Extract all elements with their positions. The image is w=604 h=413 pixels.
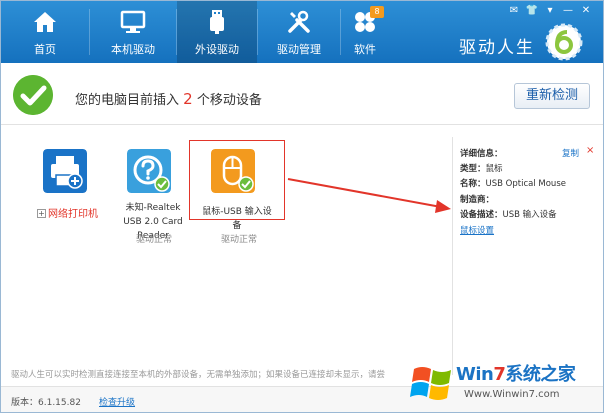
check-update-link[interactable]: 检查升级 <box>99 395 135 408</box>
hint-text: 驱动人生可以实时检测直接连接至本机的外部设备，无需单独添加；如果设备已连接却未显… <box>11 370 386 380</box>
mouse-settings-link[interactable]: 鼠标设置 <box>460 224 494 236</box>
detail-manufacturer: 制造商： <box>460 195 495 205</box>
copy-link[interactable]: 复制 <box>562 147 579 159</box>
detail-description: 设备描述：USB 输入设备 <box>460 210 557 220</box>
watermark-url: Www.Winwin7.com <box>464 389 560 400</box>
details-header: 详细信息： <box>460 149 503 159</box>
detail-name: 名称：USB Optical Mouse <box>460 179 566 189</box>
watermark-title: Win7系统之家 <box>456 364 576 385</box>
device-details-panel: 详细信息： 复制 × 类型：鼠标 名称：USB Optical Mouse 制造… <box>452 137 602 375</box>
close-details-icon[interactable]: × <box>586 145 594 156</box>
detail-type: 类型：鼠标 <box>460 164 503 174</box>
windows-logo-icon <box>410 367 451 400</box>
watermark: Win7系统之家 Www.Winwin7.com <box>406 357 602 411</box>
driver-app-window: 首页 本机驱动 外设驱动 驱动管理 软件 8 驱动人生 ✉ 👕 ▾ — ✕ 您的… <box>0 0 604 413</box>
version-text: 版本：6.1.15.82 <box>11 398 81 408</box>
